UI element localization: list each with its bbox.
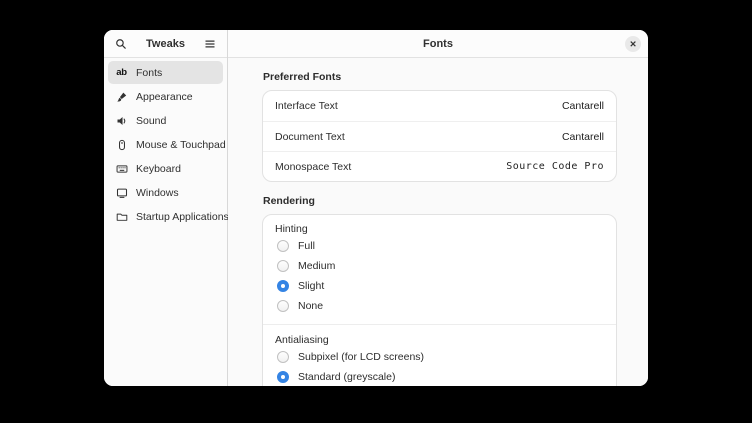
sidebar-item-startup-applications[interactable]: Startup Applications [108,205,223,228]
page-title: Fonts [423,38,453,50]
sidebar-item-label: Windows [136,187,179,199]
sidebar-item-label: Mouse & Touchpad [136,139,226,151]
keyboard-icon [115,162,128,175]
speaker-icon [115,114,128,127]
search-icon[interactable] [113,36,129,52]
row-label: Document Text [275,131,345,143]
document-font-value: Cantarell [562,131,604,143]
monospace-text-row[interactable]: Monospace Text Source Code Pro [263,151,616,181]
radio-button-icon [277,260,289,272]
sidebar-item-fonts[interactable]: ab Fonts [108,61,223,84]
sidebar-item-windows[interactable]: Windows [108,181,223,204]
sidebar-item-sound[interactable]: Sound [108,109,223,132]
radio-label: Medium [298,260,335,272]
monitor-icon [115,186,128,199]
row-label: Interface Text [275,100,338,112]
radio-button-icon [277,351,289,363]
sidebar-nav: ab Fonts Appearance Sound Mouse & Touch [104,58,227,232]
preferred-fonts-card: Interface Text Cantarell Document Text C… [262,90,617,182]
sidebar-item-label: Keyboard [136,163,181,175]
radio-button-icon [277,300,289,312]
antialiasing-option-subpixel[interactable]: Subpixel (for LCD screens) [263,347,616,367]
document-text-row[interactable]: Document Text Cantarell [263,121,616,151]
hinting-option-none[interactable]: None [263,296,616,316]
radio-label: Subpixel (for LCD screens) [298,351,424,363]
row-label: Monospace Text [275,161,351,173]
rendering-heading: Rendering [263,195,616,208]
sidebar-item-label: Fonts [136,67,162,79]
tweaks-window: Tweaks ab Fonts Appearance Sound [104,30,648,386]
sidebar-item-mouse-touchpad[interactable]: Mouse & Touchpad [108,133,223,156]
sidebar-header: Tweaks [104,30,227,58]
main-panel: Fonts ✕ Preferred Fonts Interface Text C… [228,30,648,386]
group-separator [263,324,616,325]
folder-icon [115,210,128,223]
main-header: Fonts ✕ [228,30,648,58]
radio-label: Slight [298,280,324,292]
radio-label: None [298,300,323,312]
interface-text-row[interactable]: Interface Text Cantarell [263,91,616,121]
hinting-group-label: Hinting [263,223,616,236]
radio-label: Full [298,240,315,252]
radio-button-icon [277,371,289,383]
preferred-fonts-heading: Preferred Fonts [263,71,616,84]
radio-button-icon [277,240,289,252]
hinting-option-slight[interactable]: Slight [263,276,616,296]
monospace-font-value: Source Code Pro [506,161,604,172]
brush-icon [115,90,128,103]
radio-button-icon [277,280,289,292]
sidebar-item-label: Startup Applications [136,211,229,223]
hinting-option-medium[interactable]: Medium [263,256,616,276]
rendering-card: Hinting Full Medium Slight [262,214,617,386]
antialiasing-option-standard[interactable]: Standard (greyscale) [263,367,616,386]
fonts-content: Preferred Fonts Interface Text Cantarell… [228,58,648,386]
antialiasing-group-label: Antialiasing [263,334,616,347]
app-title: Tweaks [129,38,202,50]
close-icon: ✕ [629,40,636,49]
hamburger-menu-icon[interactable] [202,36,218,52]
interface-font-value: Cantarell [562,100,604,112]
hinting-options: Full Medium Slight None [263,236,616,316]
sidebar-item-label: Sound [136,115,166,127]
close-button[interactable]: ✕ [625,36,641,52]
sidebar-item-appearance[interactable]: Appearance [108,85,223,108]
hinting-option-full[interactable]: Full [263,236,616,256]
sidebar-item-label: Appearance [136,91,193,103]
mouse-icon [115,138,128,151]
sidebar-item-keyboard[interactable]: Keyboard [108,157,223,180]
radio-label: Standard (greyscale) [298,371,395,383]
ab-glyph-icon: ab [115,66,128,79]
antialiasing-options: Subpixel (for LCD screens) Standard (gre… [263,347,616,386]
sidebar: Tweaks ab Fonts Appearance Sound [104,30,228,386]
